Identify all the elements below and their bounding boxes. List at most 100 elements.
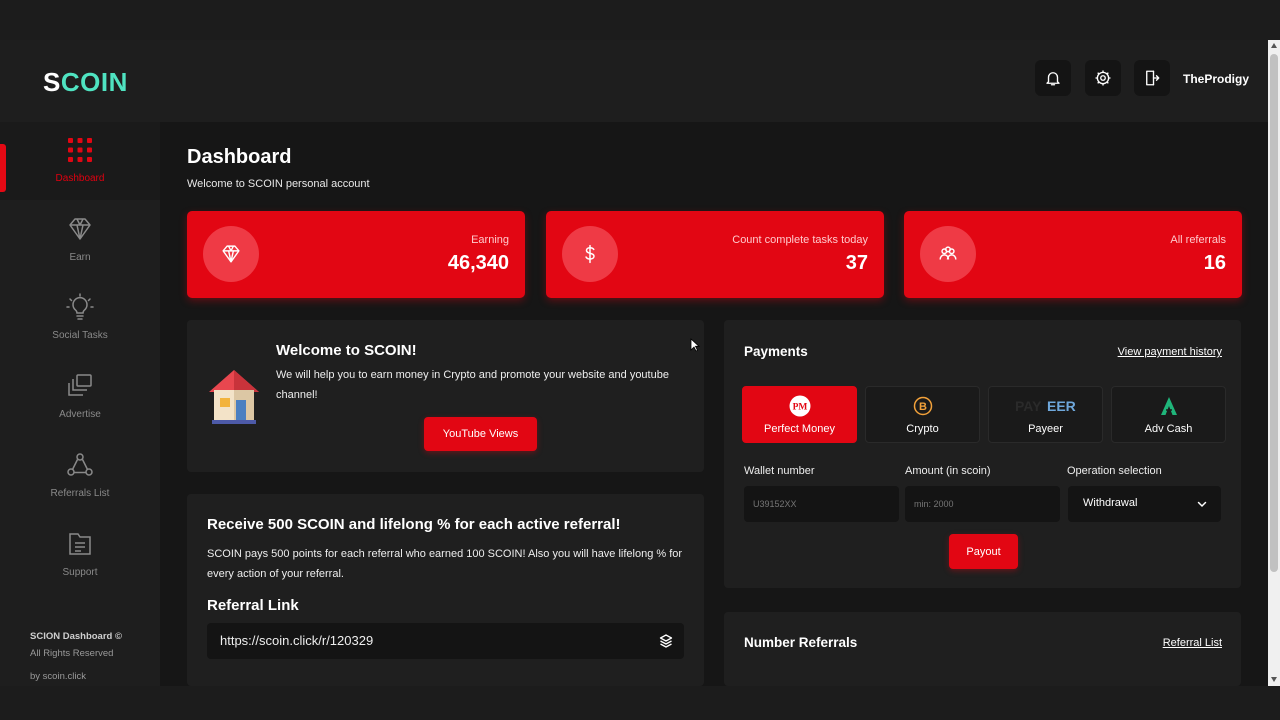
lightbulb-icon [66, 293, 94, 320]
top-header: SCOIN TheProdigy [0, 40, 1268, 122]
sidebar-item-referrals-list[interactable]: Referrals List [0, 437, 160, 515]
copy-icon[interactable] [658, 633, 674, 649]
sidebar: Dashboard Earn Social Tasks Advertise Re… [0, 122, 160, 686]
referral-text: SCOIN pays 500 points for each referral … [207, 548, 683, 580]
diamond-icon [69, 218, 91, 240]
sidebar-item-label: Social Tasks [52, 330, 108, 341]
welcome-card: Welcome to SCOIN! We will help you to ea… [187, 320, 704, 472]
stat-label: Count complete tasks today [732, 234, 868, 246]
username[interactable]: TheProdigy [1183, 72, 1249, 86]
dollar-icon [585, 244, 595, 264]
stat-card-tasks: Count complete tasks today 37 [546, 211, 884, 298]
method-payeer[interactable]: PAY EER Payeer [988, 386, 1103, 443]
payout-button[interactable]: Payout [949, 534, 1018, 569]
stat-label: All referrals [1170, 234, 1226, 246]
wallet-number-input[interactable] [744, 486, 899, 522]
operation-select[interactable]: Withdrawal [1068, 486, 1221, 522]
referral-link-label: Referral Link [207, 597, 299, 614]
layers-icon [68, 374, 92, 396]
payeer-icon: PAY EER [1015, 398, 1076, 414]
wallet-number-label: Wallet number [744, 465, 815, 477]
chevron-down-icon [1197, 501, 1207, 508]
logo-first-letter: S [43, 67, 61, 97]
page-scrollbar[interactable] [1268, 40, 1280, 686]
page-subtitle: Welcome to SCOIN personal account [187, 178, 370, 190]
welcome-text: We will help you to earn money in Crypto… [276, 369, 669, 401]
referral-title: Receive 500 SCOIN and lifelong % for eac… [207, 516, 621, 533]
svg-text:B: B [919, 401, 927, 413]
payments-card: Payments View payment history PM Perfect… [724, 320, 1241, 588]
stat-label: Earning [471, 234, 509, 246]
stat-value: 46,340 [447, 252, 509, 274]
stat-card-earning: Earning 46,340 [187, 211, 525, 298]
method-adv-cash[interactable]: Adv Cash [1111, 386, 1226, 443]
app-window: SCOIN TheProdigy Dashboard Earn Social T… [0, 40, 1268, 686]
method-icon-wrap [1112, 395, 1225, 417]
operation-select-value: Withdrawal [1083, 497, 1138, 509]
advcash-icon [1160, 397, 1177, 415]
footer-rights: All Rights Reserved [30, 648, 114, 659]
document-icon [69, 533, 91, 555]
referral-link-field[interactable]: https://scoin.click/r/120329 [207, 623, 684, 659]
method-icon-wrap: PM [743, 395, 856, 417]
svg-text:EER: EER [1047, 398, 1076, 414]
footer-by[interactable]: by scoin.click [30, 668, 86, 685]
logo[interactable]: SCOIN [43, 67, 128, 98]
sidebar-item-support[interactable]: Support [0, 516, 160, 594]
sidebar-item-label: Referrals List [50, 488, 110, 499]
perfect-money-icon: PM [789, 395, 810, 417]
sidebar-item-dashboard[interactable]: Dashboard [0, 122, 160, 200]
referral-list-link[interactable]: Referral List [1163, 637, 1222, 649]
settings-button[interactable] [1085, 60, 1121, 96]
scroll-down-arrow-icon[interactable] [1271, 677, 1277, 682]
stat-icon-circle [203, 226, 259, 282]
stat-card-referrals: All referrals 16 [904, 211, 1242, 298]
logo-rest: COIN [60, 67, 128, 97]
amount-label: Amount (in scoin) [905, 465, 991, 477]
stat-value: 37 [845, 252, 868, 274]
method-label: Payeer [1028, 423, 1063, 435]
method-perfect-money[interactable]: PM Perfect Money [742, 386, 857, 443]
main-content: Dashboard Welcome to SCOIN personal acco… [160, 122, 1268, 686]
method-label: Adv Cash [1144, 423, 1193, 435]
sidebar-item-earn[interactable]: Earn [0, 201, 160, 279]
scrollbar-thumb[interactable] [1270, 54, 1278, 572]
page-title: Dashboard [187, 146, 292, 168]
mouse-cursor-icon [690, 338, 700, 352]
sidebar-item-label: Dashboard [55, 173, 105, 184]
notifications-button[interactable] [1035, 60, 1071, 96]
method-label: Perfect Money [764, 423, 835, 435]
footer-title: SCION Dashboard © [30, 631, 122, 642]
bitcoin-icon: B [913, 396, 932, 416]
referral-card: Receive 500 SCOIN and lifelong % for eac… [187, 494, 704, 686]
grid-icon [68, 138, 92, 162]
active-indicator [0, 144, 6, 192]
welcome-title: Welcome to SCOIN! [276, 342, 417, 359]
logout-button[interactable] [1134, 60, 1170, 96]
view-payment-history-link[interactable]: View payment history [1118, 346, 1222, 358]
youtube-views-button[interactable]: YouTube Views [424, 417, 537, 451]
svg-text:PAY: PAY [1015, 398, 1042, 414]
sidebar-item-social-tasks[interactable]: Social Tasks [0, 279, 160, 357]
sidebar-item-label: Earn [69, 252, 91, 263]
number-referrals-card: Number Referrals Referral List [724, 612, 1241, 686]
sidebar-item-label: Support [62, 567, 98, 578]
referral-link-value: https://scoin.click/r/120329 [220, 633, 374, 648]
stat-value: 16 [1203, 252, 1226, 274]
method-label: Crypto [906, 423, 939, 435]
sidebar-item-advertise[interactable]: Advertise [0, 358, 160, 436]
diamond-icon [222, 245, 240, 263]
svg-text:PM: PM [792, 403, 807, 413]
scroll-up-arrow-icon[interactable] [1271, 43, 1277, 48]
sidebar-item-label: Advertise [59, 409, 101, 420]
stat-icon-circle [562, 226, 618, 282]
sidebar-footer: SCION Dashboard © All Rights Reserved by… [30, 628, 122, 685]
amount-input[interactable] [905, 486, 1060, 522]
logout-icon [1146, 70, 1160, 86]
operation-label: Operation selection [1067, 465, 1162, 477]
payments-title: Payments [744, 344, 808, 359]
house-icon [209, 370, 259, 424]
method-crypto[interactable]: B Crypto [865, 386, 980, 443]
browser-top-strip [0, 0, 1280, 40]
browser-bottom-strip [0, 686, 1280, 720]
